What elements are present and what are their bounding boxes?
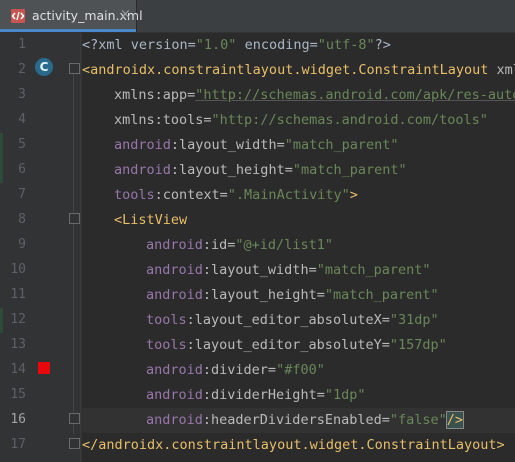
attr-value: "157dp": [389, 337, 447, 353]
attr-value: "match_parent": [316, 262, 431, 278]
xmlns-app-attr: xmlns:app=: [114, 87, 196, 103]
line-number: 1: [18, 37, 26, 52]
xml-encoding-value: "utf-8": [317, 37, 375, 53]
code-line-16[interactable]: android:headerDividersEnabled="false"/>: [146, 408, 465, 433]
code-line-5[interactable]: android:layout_width="match_parent": [114, 133, 399, 158]
line-number: 12: [10, 312, 26, 327]
code-line-17[interactable]: </androidx.constraintlayout.widget.Const…: [82, 433, 505, 458]
attr-name: :headerDividersEnabled=: [202, 412, 390, 428]
attr-name: :id=: [202, 237, 236, 253]
attr-value: "1dp": [324, 387, 366, 403]
code-line-2[interactable]: <androidx.constraintlayout.widget.Constr…: [82, 58, 515, 83]
code-line-7[interactable]: tools:context=".MainActivity">: [114, 183, 358, 208]
attr-value: "#f00": [276, 362, 325, 378]
attr-namespace: android: [114, 162, 171, 178]
attr-namespace: android: [146, 362, 203, 378]
code-editor[interactable]: <?xml version="1.0" encoding="utf-8"?> <…: [82, 33, 515, 462]
attr-name: :dividerHeight=: [202, 387, 325, 403]
attr-name: :layout_width=: [202, 262, 317, 278]
code-line-9[interactable]: android:id="@+id/list1": [146, 233, 333, 258]
attr-name: :layout_height=: [202, 287, 325, 303]
line-number: 4: [18, 112, 26, 127]
attr-namespace: android: [146, 387, 203, 403]
line-number: 7: [18, 187, 26, 202]
line-number: 11: [10, 287, 26, 302]
close-icon[interactable]: ×: [120, 7, 131, 22]
code-line-14[interactable]: android:divider="#f00": [146, 358, 325, 383]
attr-value: "@+id/list1": [235, 237, 333, 253]
line-number: 5: [18, 137, 26, 152]
attr-value: ".MainActivity": [227, 187, 350, 203]
tag-close: >: [349, 187, 358, 203]
attr-value: "31dp": [389, 312, 439, 328]
attr-name: :divider=: [202, 362, 277, 378]
code-line-11[interactable]: android:layout_height="match_parent": [146, 283, 439, 308]
code-line-12[interactable]: tools:layout_editor_absoluteX="31dp": [146, 308, 439, 333]
attr-namespace: tools: [146, 337, 187, 353]
self-closing-tag: />: [445, 411, 465, 429]
attr-namespace: tools: [114, 187, 155, 203]
line-number: 10: [10, 262, 26, 277]
attr-name: :layout_width=: [170, 137, 285, 153]
listview-open-tag: <ListView: [114, 212, 188, 228]
line-number-current: 16: [10, 412, 26, 427]
line-number: 8: [18, 212, 26, 227]
attr-namespace: android: [146, 287, 203, 303]
xml-encoding-attr: encoding=: [236, 37, 318, 53]
code-line-10[interactable]: android:layout_width="match_parent": [146, 258, 431, 283]
fold-guide: [73, 74, 74, 434]
code-line-3[interactable]: xmlns:app="http://schemas.android.com/ap…: [114, 83, 515, 108]
attr-value: "match_parent": [284, 137, 399, 153]
xmlns-tools-attr: xmlns:tools=: [114, 112, 212, 128]
code-line-13[interactable]: tools:layout_editor_absoluteY="157dp": [146, 333, 447, 358]
fold-toggle-icon[interactable]: [69, 213, 80, 224]
constraintlayout-close-tag: </androidx.constraintlayout.widget.Const…: [82, 437, 505, 453]
attr-value: "match_parent": [324, 287, 439, 303]
attr-value: "match_parent": [292, 162, 407, 178]
breakpoint-icon[interactable]: [38, 362, 50, 374]
code-line-8[interactable]: <ListView: [114, 208, 187, 233]
tab-activity-main-xml[interactable]: activity_main.xml ×: [0, 0, 143, 32]
line-number: 3: [18, 87, 26, 102]
attr-namespace: android: [146, 262, 203, 278]
fold-toggle-icon[interactable]: [69, 438, 80, 449]
attr-namespace: tools: [146, 312, 187, 328]
xmlns-app-value: "http://schemas.android.com/apk/res-auto…: [195, 87, 515, 103]
attr-value: "false": [389, 412, 447, 428]
attr-name: :layout_editor_absoluteX=: [186, 312, 390, 328]
truncated-attr: xml: [496, 62, 515, 78]
line-number: 2: [18, 62, 26, 77]
attr-namespace: android: [114, 137, 171, 153]
gutter-separator: [80, 33, 81, 462]
xml-decl-close: ?>: [374, 37, 391, 53]
constraintlayout-open-tag: <androidx.constraintlayout.widget.Constr…: [82, 62, 489, 78]
xml-decl-open: <?xml version=: [82, 37, 196, 53]
xmlns-tools-value: "http://schemas.android.com/tools": [211, 112, 488, 128]
attr-name: :context=: [154, 187, 228, 203]
fold-toggle-icon[interactable]: [69, 63, 80, 74]
attr-name: :layout_height=: [170, 162, 293, 178]
line-number: 14: [10, 362, 26, 377]
line-number: 15: [10, 387, 26, 402]
code-line-15[interactable]: android:dividerHeight="1dp": [146, 383, 365, 408]
line-number: 13: [10, 337, 26, 352]
attr-name: :layout_editor_absoluteY=: [186, 337, 390, 353]
code-line-1[interactable]: <?xml version="1.0" encoding="utf-8"?>: [82, 33, 391, 58]
editor-tab-bar: activity_main.xml ×: [0, 0, 515, 33]
attr-namespace: android: [146, 412, 203, 428]
attr-namespace: android: [146, 237, 203, 253]
code-line-4[interactable]: xmlns:tools="http://schemas.android.com/…: [114, 108, 488, 133]
xml-file-icon: [10, 8, 26, 24]
class-marker-icon[interactable]: C: [35, 58, 53, 76]
line-number: 6: [18, 162, 26, 177]
xml-version-value: "1.0": [195, 37, 237, 53]
line-number: 9: [18, 237, 26, 252]
fold-toggle-icon[interactable]: [69, 413, 80, 424]
code-line-6[interactable]: android:layout_height="match_parent": [114, 158, 407, 183]
line-number: 17: [10, 437, 26, 452]
